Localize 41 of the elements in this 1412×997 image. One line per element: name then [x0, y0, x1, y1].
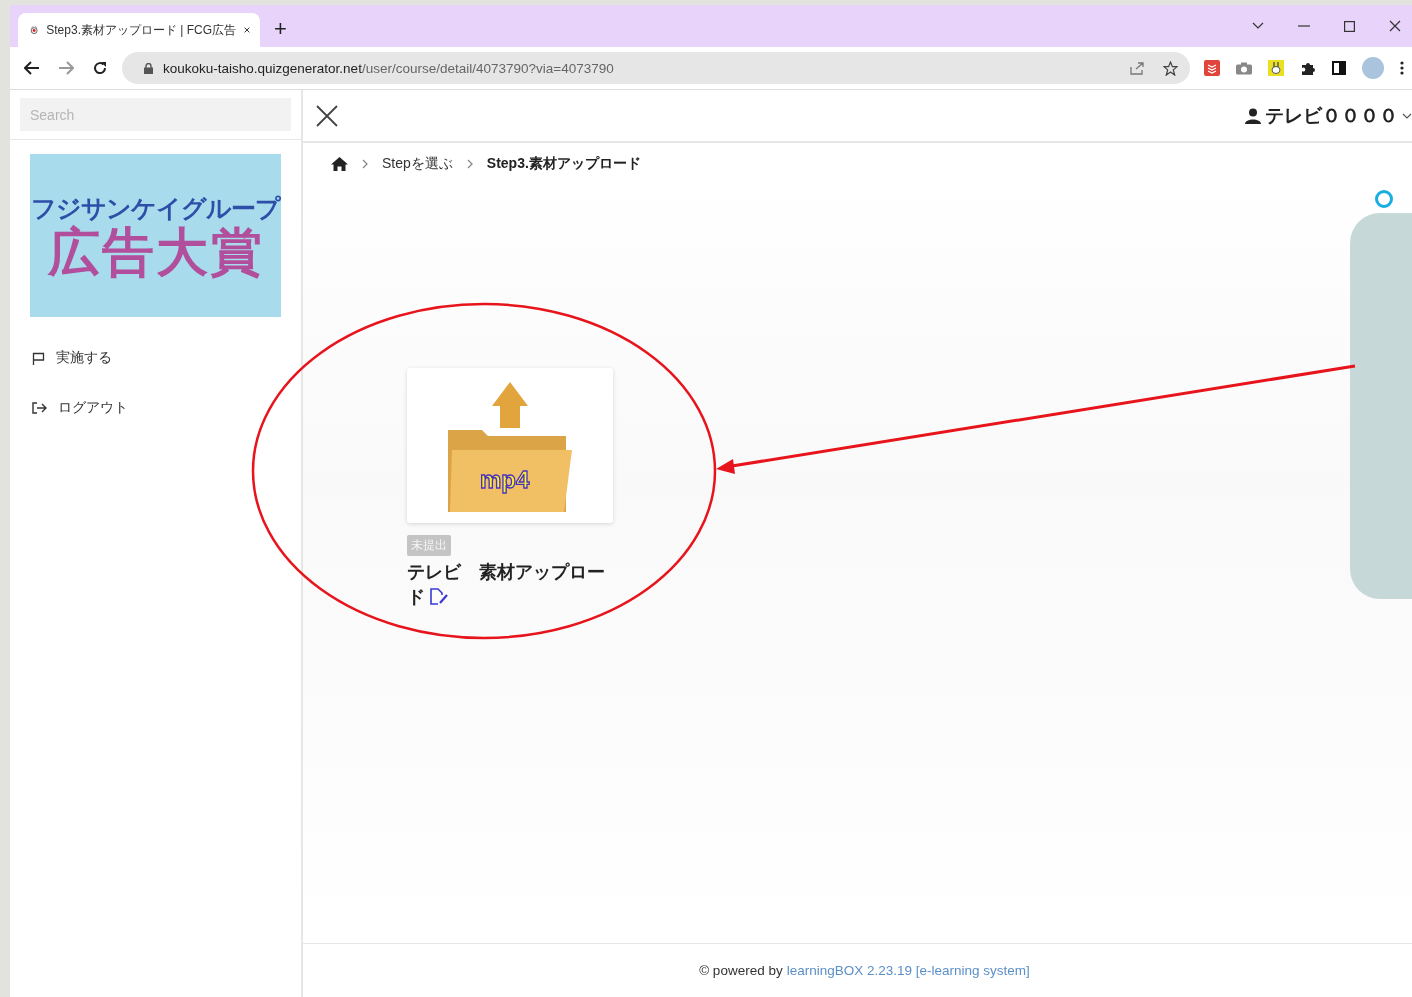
close-icon[interactable] [244, 25, 250, 35]
sidebar-item[interactable]: 実施する [32, 347, 301, 369]
footer-text: © powered by [699, 963, 783, 978]
share-icon[interactable] [1129, 61, 1145, 75]
chevron-right-icon [466, 159, 473, 169]
user-menu[interactable]: テレビ００００ [1239, 101, 1412, 130]
sidebar-item[interactable]: ログアウト [32, 397, 301, 419]
rabbit-icon[interactable] [1268, 60, 1284, 76]
chevron-down-icon[interactable] [1252, 22, 1264, 30]
home-icon[interactable] [331, 157, 348, 171]
reload-icon[interactable] [92, 60, 108, 76]
flag-icon [32, 351, 45, 365]
puzzle-icon[interactable] [1300, 60, 1316, 76]
chevron-down-icon [1402, 112, 1412, 119]
maximize-icon[interactable] [1344, 20, 1355, 32]
close-icon[interactable] [316, 104, 338, 127]
file-type-label: mp4 [480, 466, 530, 494]
back-icon[interactable] [24, 61, 40, 75]
address-bar[interactable]: koukoku-taisho.quizgenerator.net/user/course/detail/4073790?via=4073790 [122, 52, 1190, 84]
lock-icon [144, 62, 153, 74]
side-panel-icon[interactable] [1332, 61, 1346, 75]
close-icon[interactable] [1389, 20, 1401, 32]
forward-icon[interactable] [58, 61, 74, 75]
footer-link[interactable]: learningBOX 2.23.19 [e-learning system] [786, 963, 1030, 978]
search-field[interactable]: Search [20, 98, 291, 131]
edit-document-icon [429, 588, 450, 605]
logo-icon [30, 23, 39, 37]
user-icon [1245, 107, 1261, 124]
stacked-layers-icon[interactable] [1204, 60, 1220, 76]
logout-icon [32, 402, 47, 414]
breadcrumb-current: Step3.素材アップロード [486, 155, 641, 173]
browser-tab[interactable]: Step3.素材アップロード | FCG広告 [18, 13, 260, 47]
new-tab-button[interactable]: + [268, 16, 293, 42]
camera-icon[interactable] [1236, 61, 1252, 75]
chevron-right-icon [362, 159, 368, 169]
breadcrumb-link[interactable]: Stepを選ぶ [382, 155, 453, 173]
star-icon[interactable] [1163, 60, 1178, 76]
card-title[interactable]: テレビ 素材アップロード [407, 560, 607, 610]
more-icon[interactable] [1400, 61, 1404, 75]
loading-ring-icon [1374, 189, 1394, 209]
logo-banner: フジサンケイグループ 広告大賞 [30, 154, 281, 317]
